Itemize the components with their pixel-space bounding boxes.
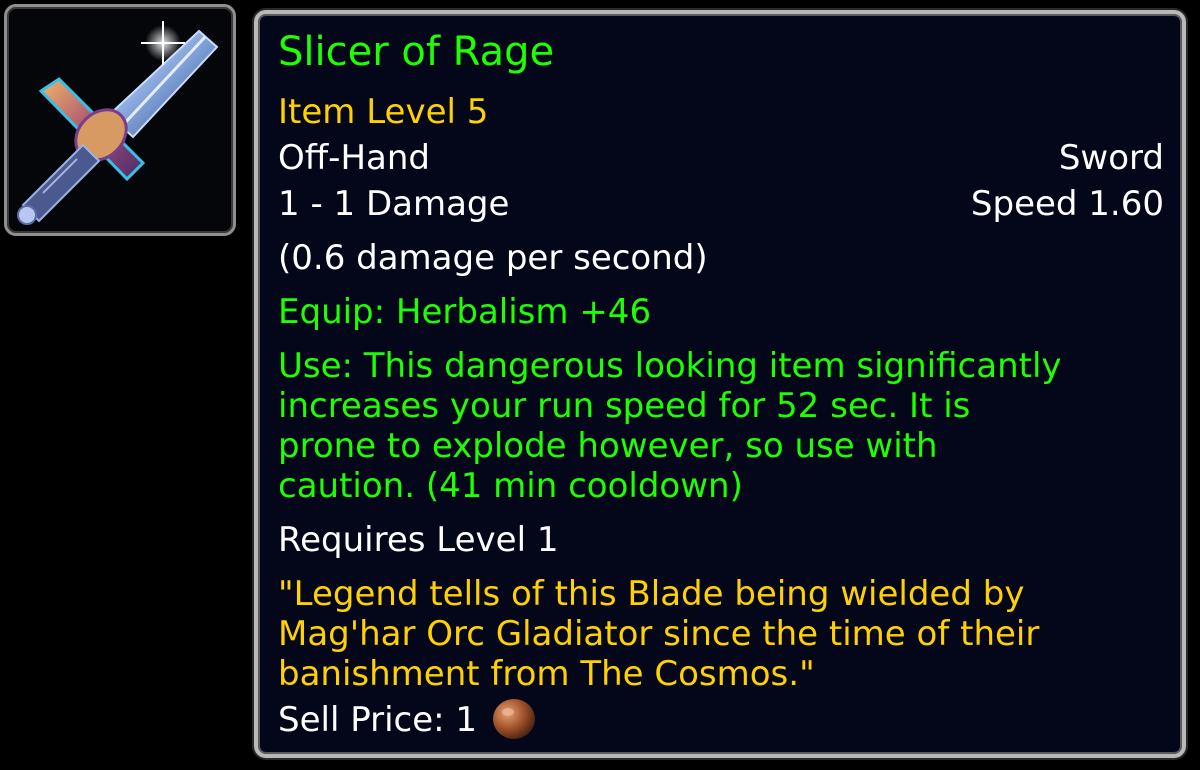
use-effect-line: Use: This dangerous looking item signifi… <box>278 346 1062 386</box>
use-effect-line: caution. (41 min cooldown) <box>278 466 743 506</box>
item-dps: (0.6 damage per second) <box>278 238 708 278</box>
copper-coin-icon <box>491 697 537 741</box>
item-slot: Off-Hand <box>278 138 430 178</box>
item-tooltip: Slicer of Rage Item Level 5 Off-Hand Swo… <box>254 10 1186 758</box>
sword-icon <box>13 13 227 227</box>
damage-row: 1 - 1 Damage Speed 1.60 <box>278 184 1164 225</box>
use-effect-line: increases your run speed for 52 sec. It … <box>278 386 971 426</box>
required-level: Requires Level 1 <box>278 520 559 560</box>
item-name: Slicer of Rage <box>278 29 555 75</box>
equip-effect: Equip: Herbalism +46 <box>278 292 652 332</box>
flavor-text-line: banishment from The Cosmos." <box>278 654 815 694</box>
flavor-text-line: "Legend tells of this Blade being wielde… <box>278 574 1025 614</box>
item-icon-frame[interactable] <box>4 4 236 236</box>
sell-price-row: Sell Price: 1 <box>278 697 1164 741</box>
item-level: Item Level 5 <box>278 92 489 132</box>
sell-price-label: Sell Price: 1 <box>278 700 478 740</box>
item-damage: 1 - 1 Damage <box>278 184 510 224</box>
use-effect-line: prone to explode however, so use with <box>278 426 938 466</box>
item-type: Sword <box>1058 138 1164 178</box>
item-speed: Speed 1.60 <box>970 184 1164 224</box>
slot-row: Off-Hand Sword <box>278 138 1164 179</box>
flavor-text-line: Mag'har Orc Gladiator since the time of … <box>278 614 1040 654</box>
